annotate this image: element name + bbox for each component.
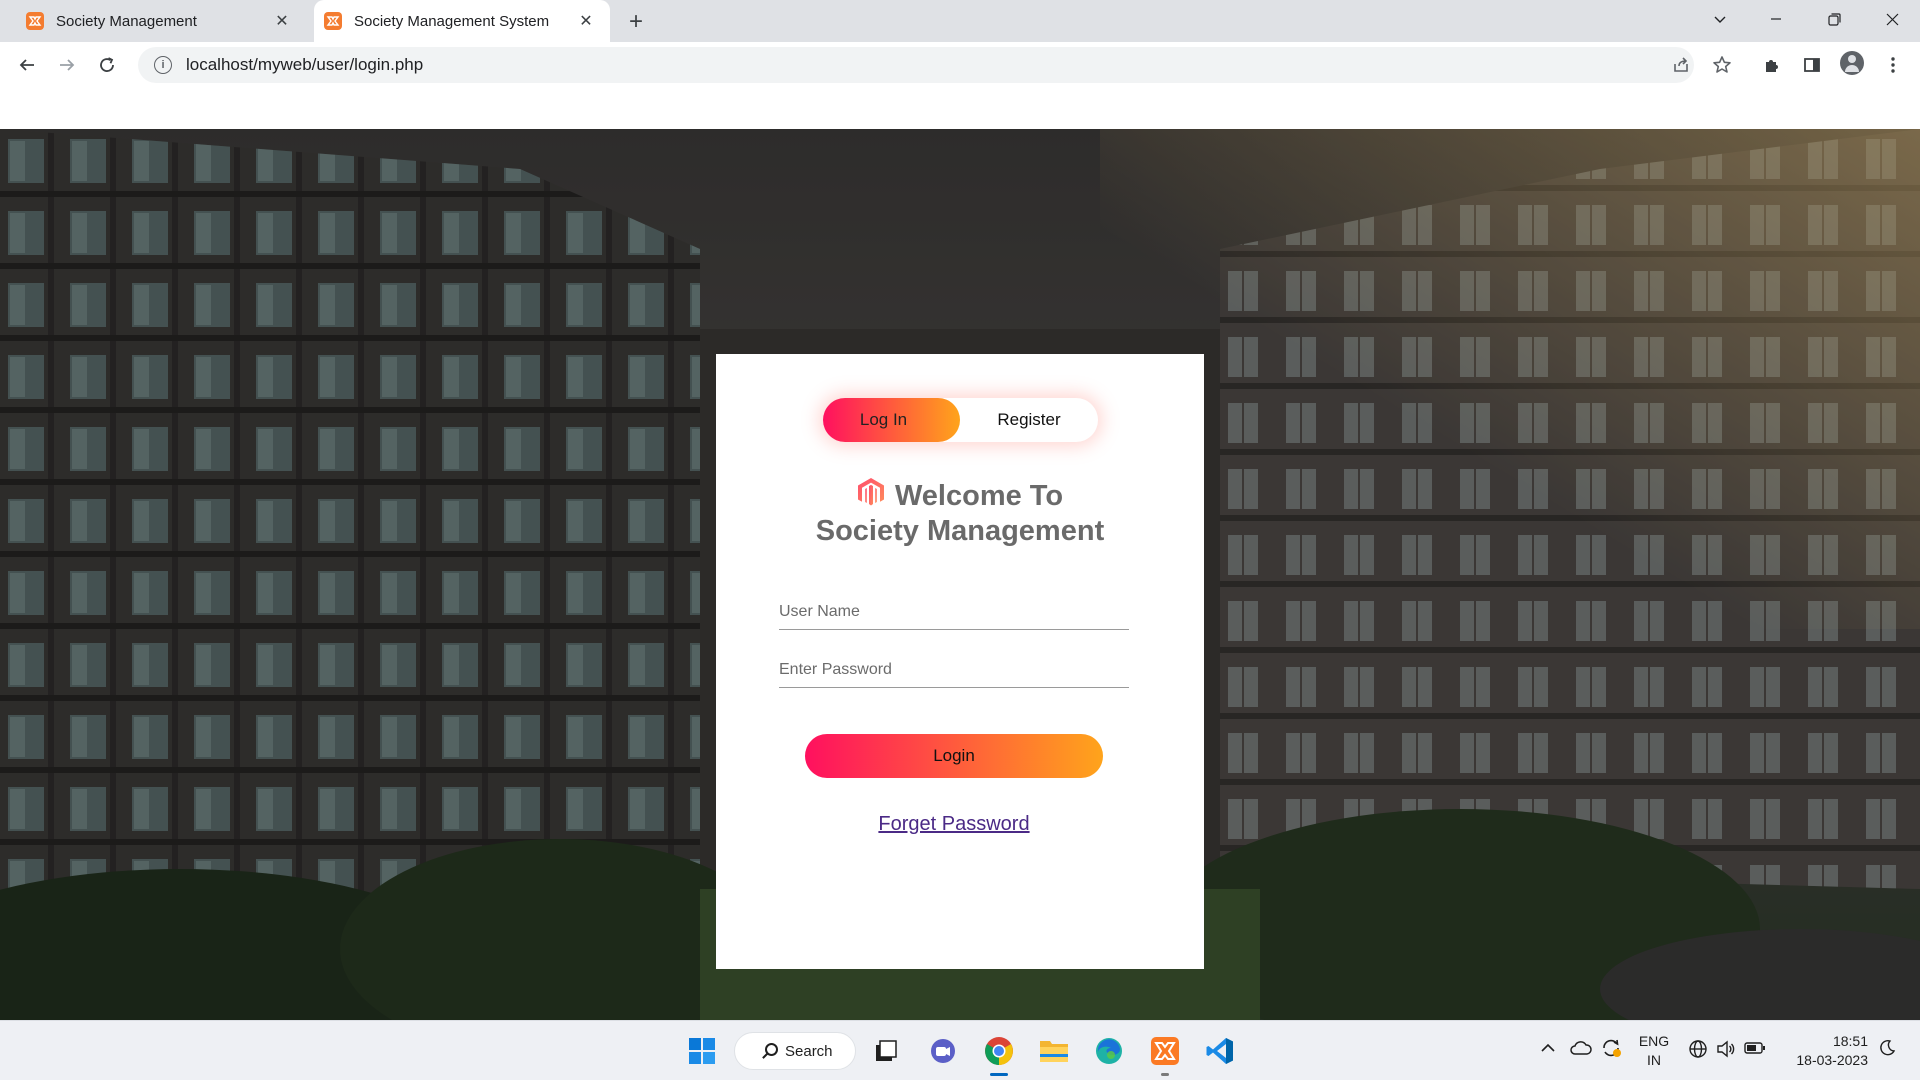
building-background-image: Log In Register Welcome To Society Manag… xyxy=(0,129,1920,1020)
login-card: Log In Register Welcome To Society Manag… xyxy=(716,354,1204,969)
network-globe-icon[interactable] xyxy=(1688,1039,1708,1062)
focus-moon-icon[interactable] xyxy=(1878,1039,1896,1060)
sync-icon[interactable] xyxy=(1600,1038,1622,1061)
close-tab-icon[interactable]: ✕ xyxy=(272,11,292,31)
address-bar[interactable]: i localhost/myweb/user/login.php xyxy=(138,47,1694,83)
tab-search-chevron-icon[interactable] xyxy=(1692,0,1748,38)
close-tab-icon[interactable]: ✕ xyxy=(576,11,596,31)
tab-register[interactable]: Register xyxy=(960,398,1098,442)
language-region: IN xyxy=(1647,1052,1661,1068)
new-tab-button[interactable]: + xyxy=(622,8,650,36)
tab-log-in[interactable]: Log In xyxy=(823,398,960,442)
clock[interactable]: 18:51 18-03-2023 xyxy=(1782,1032,1868,1070)
bookmark-star-icon[interactable] xyxy=(1707,50,1737,80)
restore-button[interactable] xyxy=(1806,0,1862,38)
taskbar-search-box[interactable]: Search xyxy=(734,1032,856,1070)
vscode-icon[interactable] xyxy=(1202,1033,1238,1069)
forget-password-link[interactable]: Forget Password xyxy=(716,813,1192,836)
username-input[interactable] xyxy=(779,586,1129,630)
site-info-icon[interactable]: i xyxy=(154,56,172,74)
reload-button[interactable] xyxy=(92,50,122,80)
xampp-icon xyxy=(324,12,342,30)
minimize-button[interactable] xyxy=(1748,0,1804,38)
back-button[interactable] xyxy=(12,50,42,80)
welcome-heading: Welcome To Society Management xyxy=(716,477,1204,549)
close-window-button[interactable] xyxy=(1864,0,1920,38)
tab-title: Society Management System xyxy=(354,12,550,30)
battery-icon[interactable] xyxy=(1744,1041,1766,1058)
file-explorer-icon[interactable] xyxy=(1036,1033,1072,1069)
clock-date: 18-03-2023 xyxy=(1796,1052,1868,1068)
login-register-toggle: Log In Register xyxy=(823,398,1098,442)
extensions-puzzle-icon[interactable] xyxy=(1757,50,1787,80)
language-indicator[interactable]: ENG IN xyxy=(1636,1032,1672,1070)
page-viewport: Log In Register Welcome To Society Manag… xyxy=(0,88,1920,1020)
volume-icon[interactable] xyxy=(1716,1039,1736,1062)
tab-title: Society Management xyxy=(56,12,197,30)
magento-logo-icon xyxy=(857,478,884,506)
search-icon xyxy=(765,1043,778,1056)
heading-line-1: Welcome To xyxy=(894,480,1064,512)
share-icon[interactable] xyxy=(1666,50,1696,80)
profile-avatar-icon[interactable] xyxy=(1840,51,1864,75)
login-button[interactable]: Login xyxy=(805,734,1103,778)
language-code: ENG xyxy=(1638,1033,1670,1049)
chat-icon[interactable] xyxy=(925,1033,961,1069)
onedrive-cloud-icon[interactable] xyxy=(1570,1039,1592,1060)
menu-kebab-icon[interactable] xyxy=(1878,50,1908,80)
browser-tab-bar: Society Management ✕ Society Management … xyxy=(0,0,1920,42)
tab-society-management[interactable]: Society Management ✕ xyxy=(16,0,306,42)
password-input[interactable] xyxy=(779,644,1129,688)
taskbar: Search ENG IN 18:51 18-03-2023 xyxy=(0,1020,1920,1080)
xampp-icon xyxy=(26,12,44,30)
clock-time: 18:51 xyxy=(1832,1033,1868,1049)
chrome-active-indicator xyxy=(990,1073,1008,1076)
show-hidden-icons-chevron[interactable] xyxy=(1540,1041,1556,1057)
edge-icon[interactable] xyxy=(1091,1033,1127,1069)
chrome-icon[interactable] xyxy=(981,1033,1017,1069)
url-text: localhost/myweb/user/login.php xyxy=(186,55,424,74)
browser-toolbar: i localhost/myweb/user/login.php xyxy=(0,42,1920,88)
start-icon[interactable] xyxy=(684,1033,720,1069)
heading-line-2: Society Management xyxy=(815,515,1105,547)
search-label: Search xyxy=(785,1042,833,1060)
tab-society-management-system[interactable]: Society Management System ✕ xyxy=(314,0,610,42)
task-view-icon[interactable] xyxy=(868,1033,904,1069)
xampp-icon[interactable] xyxy=(1147,1033,1183,1069)
forward-button[interactable] xyxy=(52,50,82,80)
xampp-open-indicator xyxy=(1161,1073,1169,1076)
side-panel-icon[interactable] xyxy=(1797,50,1827,80)
